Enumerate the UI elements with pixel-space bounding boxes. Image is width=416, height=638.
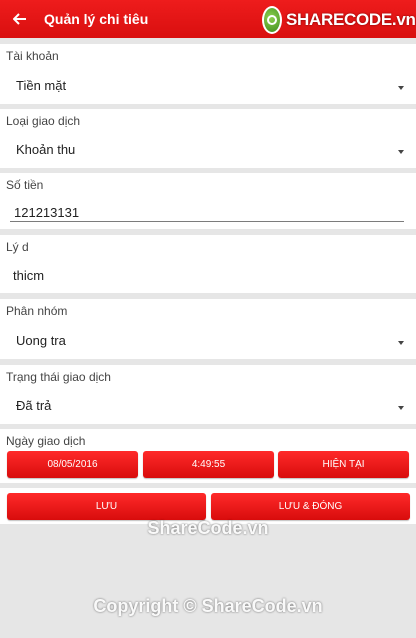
group-label: Phân nhóm	[6, 304, 68, 318]
chevron-down-icon[interactable]	[398, 150, 404, 154]
reason-section: Lý d thicm	[0, 235, 416, 293]
amount-section: Số tiền 121213131	[0, 173, 416, 229]
amount-input[interactable]: 121213131	[14, 205, 79, 220]
date-label: Ngày giao dịch	[6, 434, 86, 448]
transaction-type-label: Loại giao dịch	[6, 114, 81, 128]
chevron-down-icon[interactable]	[398, 341, 404, 345]
chevron-down-icon[interactable]	[398, 406, 404, 410]
watermark-line2: Copyright © ShareCode.vn	[93, 596, 323, 616]
date-picker-button[interactable]: 08/05/2016	[7, 451, 138, 478]
transaction-type-select-value[interactable]: Khoản thu	[16, 142, 75, 157]
time-picker-button[interactable]: 4:49:55	[143, 451, 274, 478]
reason-input[interactable]: thicm	[13, 268, 44, 283]
group-section: Phân nhóm Uong tra	[0, 299, 416, 359]
app-bar: Quản lý chi tiêu SHARECODE.vn	[0, 0, 416, 38]
status-select-value[interactable]: Đã trả	[16, 398, 51, 413]
chevron-down-icon[interactable]	[398, 86, 404, 90]
account-label: Tài khoản	[6, 49, 59, 63]
watermark-line1: ShareCode.vn	[147, 518, 269, 538]
account-section: Tài khoản Tiền mặt	[0, 44, 416, 104]
save-close-button[interactable]: LƯU & ĐÓNG	[211, 493, 410, 520]
arrow-left-icon	[13, 13, 26, 25]
transaction-type-section: Loại giao dịch Khoản thu	[0, 109, 416, 168]
account-select-value[interactable]: Tiền mặt	[16, 78, 66, 93]
status-label: Trạng thái giao dịch	[6, 370, 111, 384]
amount-input-underline	[10, 221, 404, 222]
logo-icon	[262, 6, 282, 34]
status-section: Trạng thái giao dịch Đã trả	[0, 365, 416, 424]
group-select-value[interactable]: Uong tra	[16, 333, 66, 348]
page-title: Quản lý chi tiêu	[44, 11, 149, 27]
back-button[interactable]	[0, 0, 40, 38]
reason-label: Lý d	[6, 240, 29, 254]
brand-name: SHARECODE.vn	[286, 10, 416, 29]
now-button[interactable]: HIỆN TẠI	[278, 451, 409, 478]
amount-label: Số tiền	[6, 178, 44, 192]
save-button[interactable]: LƯU	[7, 493, 206, 520]
brand-logo: SHARECODE.vn	[262, 5, 416, 35]
